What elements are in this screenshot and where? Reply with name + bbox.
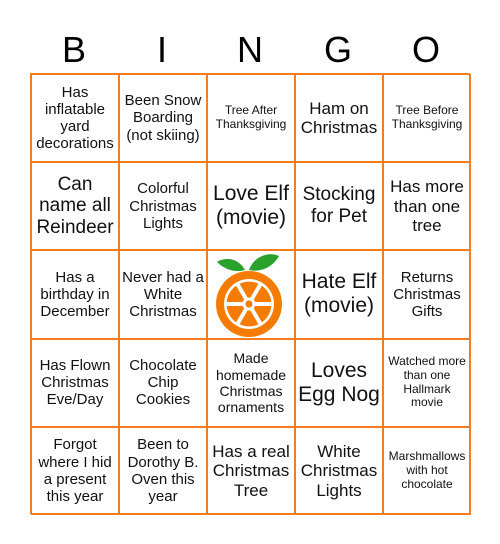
cell-text: Returns Christmas Gifts bbox=[393, 268, 461, 321]
bingo-cell[interactable]: Never had a White Christmas bbox=[119, 250, 207, 339]
bingo-cell[interactable]: Has inflatable yard decorations bbox=[31, 74, 119, 163]
bingo-header: B I N G O bbox=[30, 28, 470, 72]
bingo-cell[interactable]: Tree Before Thanksgiving bbox=[383, 74, 471, 163]
cell-text: Has inflatable yard decorations bbox=[36, 83, 114, 153]
cell-text: Ham on Christmas bbox=[300, 98, 378, 138]
cell-text: Forgot where I hid a present this year bbox=[38, 436, 112, 506]
cell-text: Loves Egg Nog bbox=[298, 358, 380, 406]
bingo-cell[interactable]: Made homemade Christmas ornaments bbox=[207, 338, 295, 427]
bingo-cell[interactable]: Marshmallows with hot chocolate bbox=[383, 426, 471, 515]
bingo-cell[interactable]: Been to Dorothy B. Oven this year bbox=[119, 426, 207, 515]
cell-text: Hate Elf (movie) bbox=[301, 270, 377, 318]
cell-text: White Christmas Lights bbox=[300, 441, 378, 500]
cell-text: Made homemade Christmas ornaments bbox=[215, 350, 287, 415]
cell-text: Never had a White Christmas bbox=[122, 268, 204, 321]
bingo-cell[interactable]: White Christmas Lights bbox=[295, 426, 383, 515]
cell-text: Been Snow Boarding (not skiing) bbox=[124, 92, 202, 144]
header-letter: I bbox=[156, 29, 167, 70]
cell-text: Chocolate Chip Cookies bbox=[129, 356, 197, 409]
cell-text: Has Flown Christmas Eve/Day bbox=[39, 356, 111, 409]
bingo-cell[interactable]: Can name all Reindeer bbox=[31, 162, 119, 251]
cell-text: Marshmallows with hot chocolate bbox=[388, 449, 466, 491]
bingo-cell[interactable]: Has more than one tree bbox=[383, 162, 471, 251]
header-letter: O bbox=[411, 29, 440, 70]
cell-text: Has more than one tree bbox=[390, 176, 464, 236]
free-space-cell[interactable] bbox=[207, 250, 295, 339]
bingo-cell[interactable]: Loves Egg Nog bbox=[295, 338, 383, 427]
cell-text: Has a real Christmas Tree bbox=[212, 441, 290, 500]
cell-text: Tree After Thanksgiving bbox=[215, 103, 287, 132]
bingo-cell[interactable]: Chocolate Chip Cookies bbox=[119, 338, 207, 427]
bingo-cell[interactable]: Stocking for Pet bbox=[295, 162, 383, 251]
bingo-cell[interactable]: Has a real Christmas Tree bbox=[207, 426, 295, 515]
header-letter: G bbox=[323, 29, 352, 70]
cell-text: Stocking for Pet bbox=[302, 184, 376, 228]
cell-text: Tree Before Thanksgiving bbox=[391, 103, 463, 132]
bingo-cell[interactable]: Has Flown Christmas Eve/Day bbox=[31, 338, 119, 427]
bingo-cell[interactable]: Ham on Christmas bbox=[295, 74, 383, 163]
cell-text: Has a birthday in December bbox=[40, 268, 110, 321]
bingo-cell[interactable]: Returns Christmas Gifts bbox=[383, 250, 471, 339]
bingo-cell[interactable]: Has a birthday in December bbox=[31, 250, 119, 339]
header-letter: B bbox=[61, 29, 86, 70]
bingo-cell[interactable]: Forgot where I hid a present this year bbox=[31, 426, 119, 515]
cell-text: Can name all Reindeer bbox=[36, 173, 114, 239]
bingo-cell[interactable]: Colorful Christmas Lights bbox=[119, 162, 207, 251]
bingo-cell[interactable]: Love Elf (movie) bbox=[207, 162, 295, 251]
bingo-grid: Has inflatable yard decorations Been Snow… bbox=[30, 73, 471, 515]
header-letter: N bbox=[237, 29, 263, 70]
bingo-cell[interactable]: Watched more than one Hallmark movie bbox=[383, 338, 471, 427]
cell-text: Watched more than one Hallmark movie bbox=[388, 354, 466, 410]
cell-text: Been to Dorothy B. Oven this year bbox=[127, 436, 199, 506]
bingo-cell[interactable]: Been Snow Boarding (not skiing) bbox=[119, 74, 207, 163]
bingo-cell[interactable]: Tree After Thanksgiving bbox=[207, 74, 295, 163]
bingo-cell[interactable]: Hate Elf (movie) bbox=[295, 250, 383, 339]
orange-slice-icon bbox=[216, 254, 282, 338]
cell-text: Love Elf (movie) bbox=[213, 182, 289, 230]
cell-text: Colorful Christmas Lights bbox=[129, 180, 197, 232]
